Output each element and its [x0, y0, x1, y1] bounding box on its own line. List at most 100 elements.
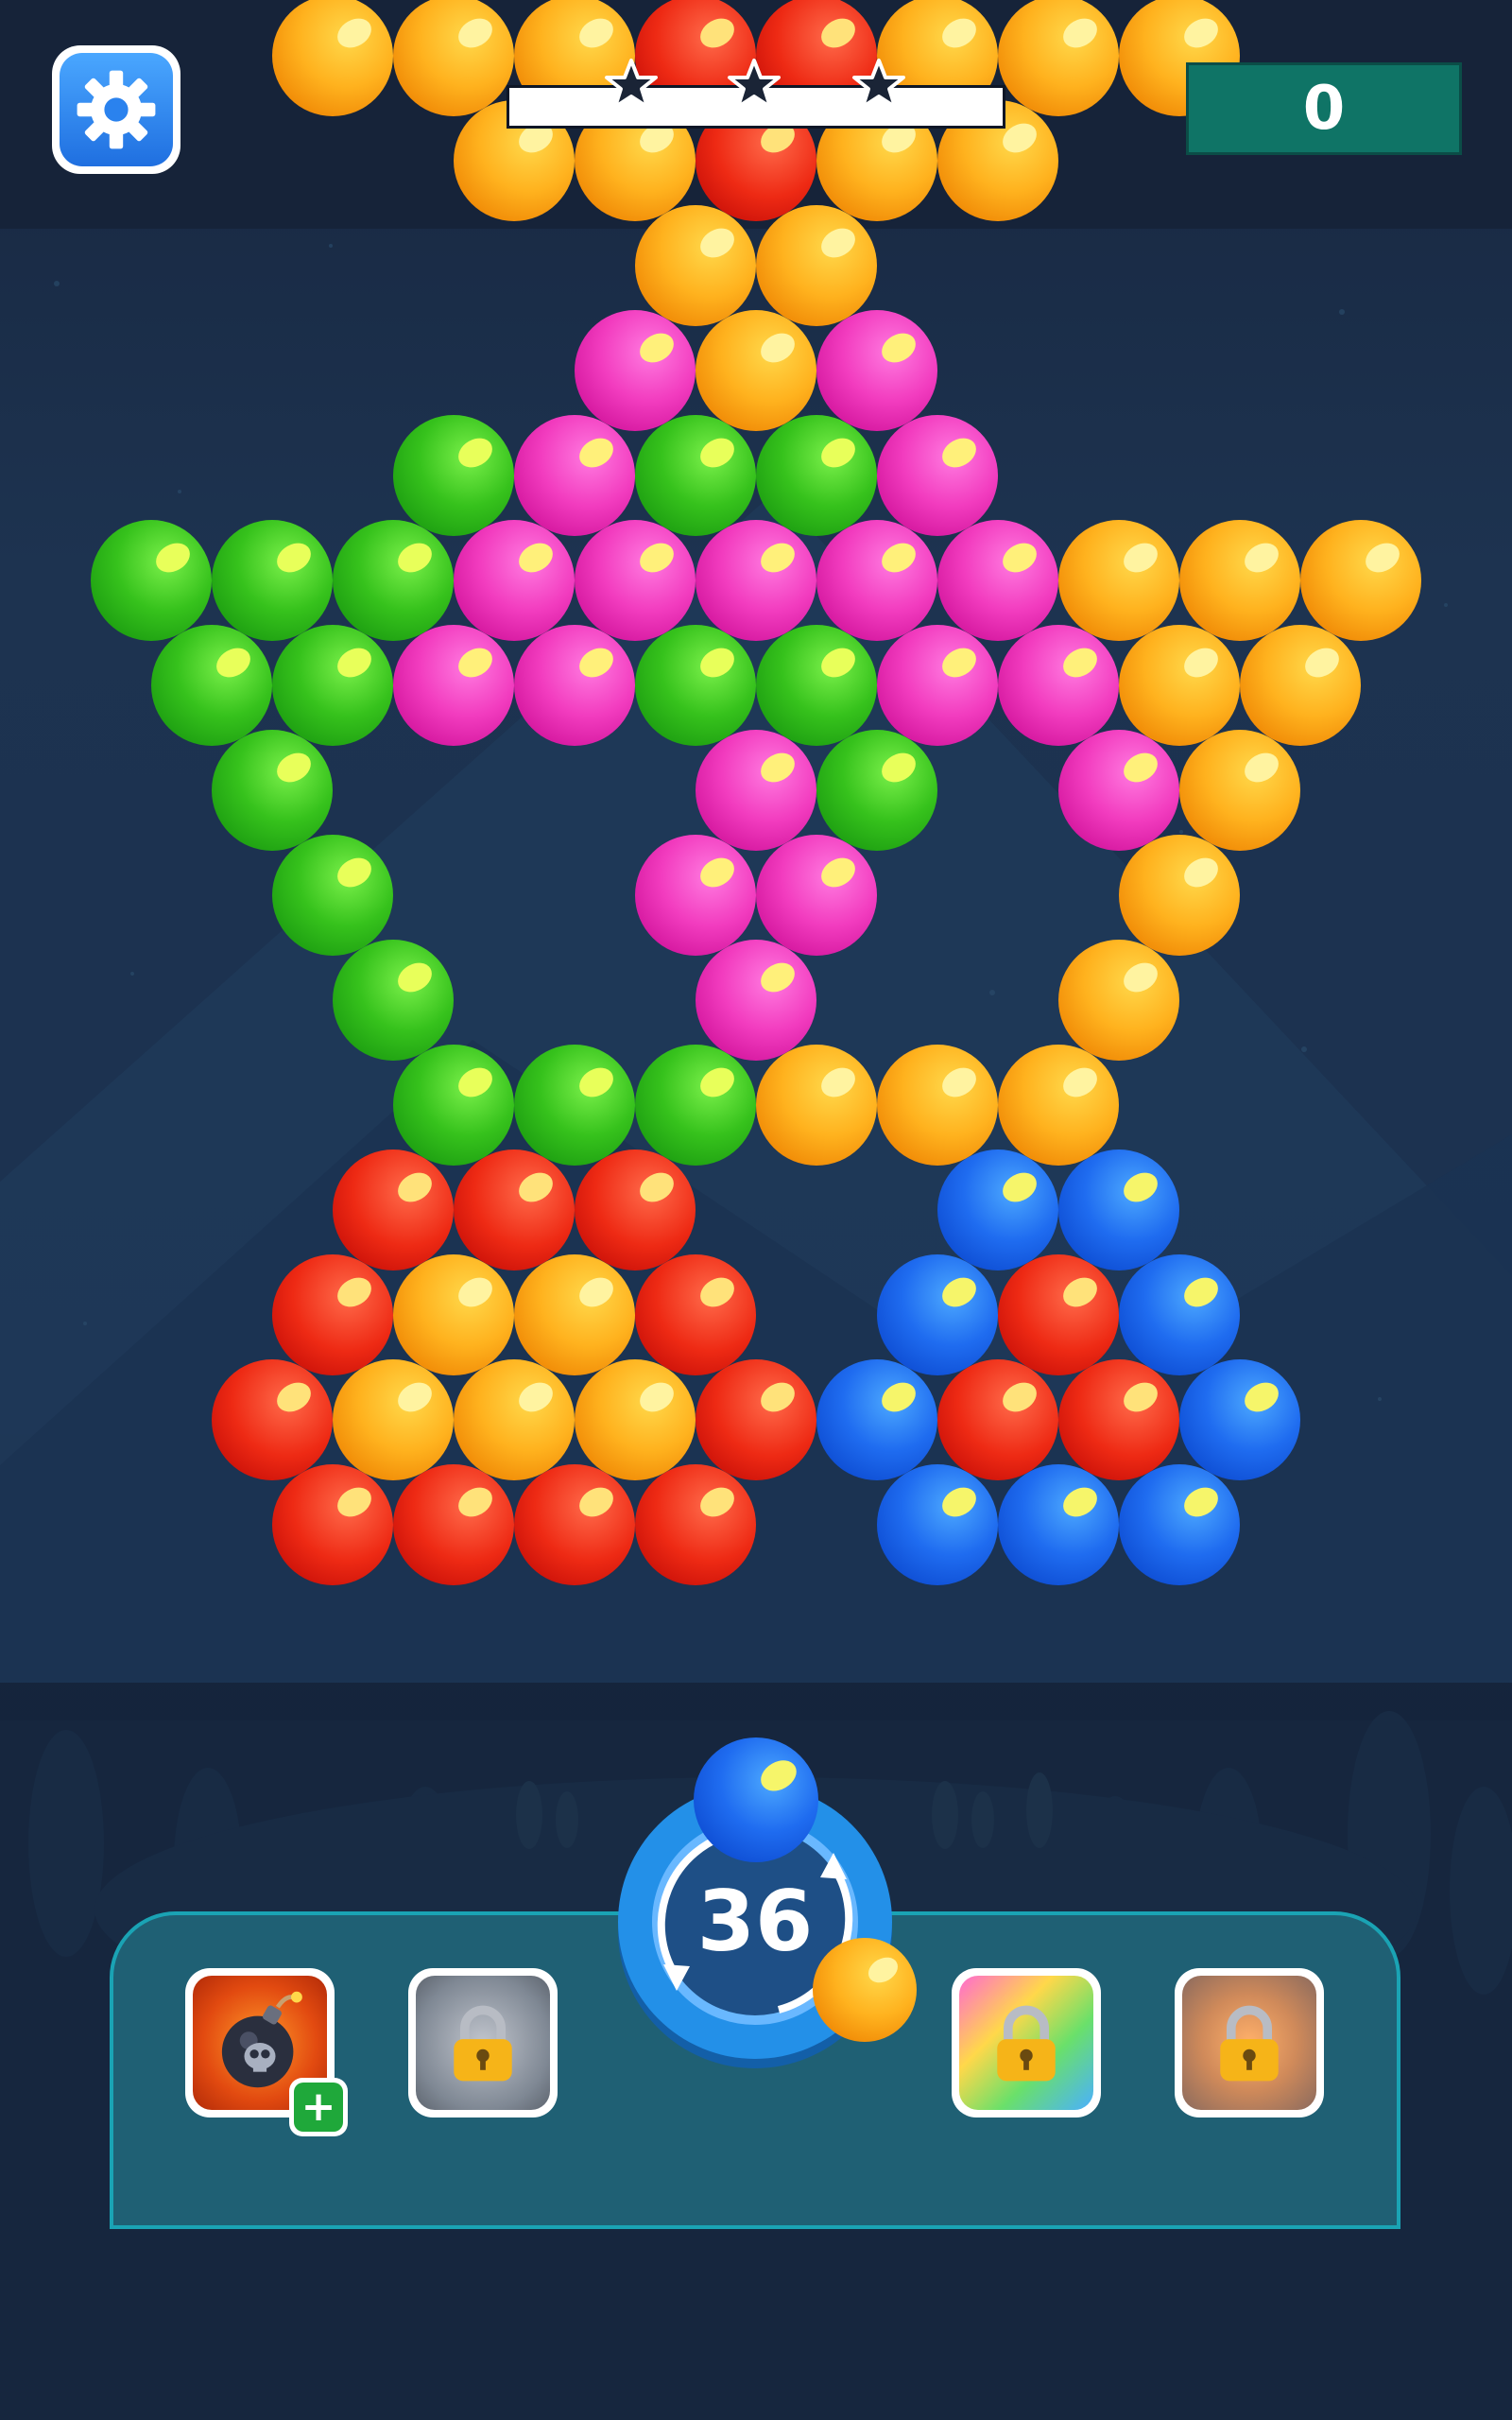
red-bubble	[696, 1359, 816, 1480]
green-bubble	[151, 625, 272, 746]
locked-powerup-slot-2[interactable]	[408, 1968, 558, 2118]
bubble-highlight	[211, 642, 256, 683]
bubble-highlight	[755, 537, 800, 579]
bubble-highlight	[864, 1952, 903, 1988]
bubble-highlight	[1178, 1271, 1224, 1313]
orange-bubble	[272, 0, 393, 116]
locked-powerup-slot-3[interactable]	[952, 1968, 1101, 2118]
pink-bubble	[937, 520, 1058, 641]
bubble-highlight	[1118, 1376, 1163, 1418]
bubble-highlight	[755, 957, 800, 998]
red-bubble	[1058, 1359, 1179, 1480]
pink-bubble	[756, 835, 877, 956]
bubble-highlight	[574, 1481, 619, 1523]
bubble-highlight	[392, 1376, 438, 1418]
bubble-highlight	[936, 1481, 982, 1523]
bubble-highlight	[755, 1754, 802, 1798]
orange-bubble	[1119, 625, 1240, 746]
bubble-highlight	[150, 537, 196, 579]
bubble-highlight	[332, 1271, 377, 1313]
locked-powerup-slot-4[interactable]	[1175, 1968, 1324, 2118]
pink-bubble	[635, 835, 756, 956]
bubble-highlight	[997, 1167, 1042, 1208]
pink-bubble	[454, 520, 575, 641]
pink-bubble	[696, 940, 816, 1061]
pink-bubble	[1058, 730, 1179, 851]
bubble-highlight	[453, 1271, 498, 1313]
orange-bubble	[393, 0, 514, 116]
bubble-highlight	[1239, 747, 1284, 788]
green-bubble	[635, 625, 756, 746]
orange-bubble	[696, 310, 816, 431]
blue-bubble	[1119, 1464, 1240, 1585]
current-bubble[interactable]	[694, 1737, 818, 1862]
bubble-highlight	[755, 327, 800, 369]
bubble-highlight	[1118, 537, 1163, 579]
bubble-highlight	[453, 1062, 498, 1103]
bubble-highlight	[695, 642, 740, 683]
bubble-highlight	[1118, 957, 1163, 998]
bubble-highlight	[332, 12, 377, 54]
bubble-highlight	[392, 537, 438, 579]
orange-bubble	[514, 1254, 635, 1375]
orange-bubble	[1300, 520, 1421, 641]
red-bubble	[333, 1150, 454, 1270]
bubble-highlight	[1239, 1376, 1284, 1418]
next-bubble[interactable]	[813, 1938, 917, 2042]
bubble-highlight	[332, 1481, 377, 1523]
orange-bubble	[756, 1045, 877, 1166]
padlock-icon	[1220, 2005, 1279, 2082]
green-bubble	[333, 520, 454, 641]
blue-bubble	[816, 1359, 937, 1480]
padlock-icon	[454, 2005, 512, 2082]
bubble-highlight	[695, 432, 740, 474]
green-bubble	[756, 625, 877, 746]
pink-bubble	[514, 625, 635, 746]
score-display: 0	[1186, 62, 1462, 155]
orange-bubble	[877, 1045, 998, 1166]
bubble-highlight	[634, 1376, 679, 1418]
bubble-highlight	[392, 1167, 438, 1208]
red-bubble	[272, 1464, 393, 1585]
bubble-highlight	[1178, 12, 1224, 54]
bubble-highlight	[1178, 852, 1224, 893]
bubble-highlight	[1360, 537, 1405, 579]
blue-bubble	[998, 1464, 1119, 1585]
bubble-highlight	[755, 747, 800, 788]
green-bubble	[816, 730, 937, 851]
red-bubble	[272, 1254, 393, 1375]
pink-bubble	[696, 520, 816, 641]
bubble-highlight	[634, 327, 679, 369]
bubble-highlight	[816, 432, 861, 474]
bubble-highlight	[1239, 537, 1284, 579]
bubble-highlight	[453, 1481, 498, 1523]
bubble-grid[interactable]	[0, 0, 1512, 1702]
bubble-highlight	[1178, 1481, 1224, 1523]
bubble-highlight	[634, 537, 679, 579]
settings-button[interactable]	[52, 45, 180, 174]
bubble-highlight	[574, 12, 619, 54]
green-bubble	[514, 1045, 635, 1166]
bubble-highlight	[1118, 1167, 1163, 1208]
bubble-highlight	[513, 1167, 558, 1208]
green-bubble	[393, 415, 514, 536]
bubble-highlight	[816, 12, 861, 54]
red-bubble	[454, 1150, 575, 1270]
bubble-highlight	[936, 1062, 982, 1103]
add-bomb-button[interactable]: +	[289, 2078, 348, 2136]
bubble-highlight	[453, 642, 498, 683]
bubble-highlight	[271, 747, 317, 788]
bubble-highlight	[271, 1376, 317, 1418]
bubble-highlight	[634, 1167, 679, 1208]
pink-bubble	[998, 625, 1119, 746]
red-bubble	[514, 1464, 635, 1585]
pink-bubble	[575, 310, 696, 431]
orange-bubble	[393, 1254, 514, 1375]
bubble-highlight	[997, 1376, 1042, 1418]
bubble-highlight	[1057, 1271, 1103, 1313]
orange-bubble	[998, 1045, 1119, 1166]
orange-bubble	[1058, 520, 1179, 641]
bubble-highlight	[876, 327, 921, 369]
bubble-highlight	[936, 12, 982, 54]
bubble-highlight	[1057, 12, 1103, 54]
